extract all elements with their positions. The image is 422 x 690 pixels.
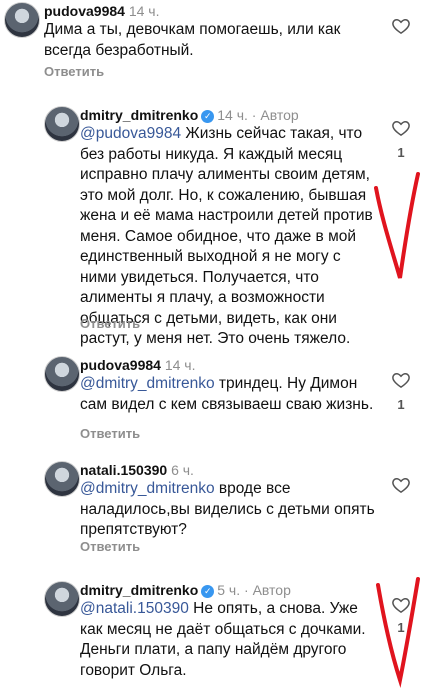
comment-header: dmitry_dmitrenko ✓ 14 ч. · Автор — [80, 106, 299, 124]
comment: dmitry_dmitrenko ✓ 5 ч. · Автор @natali.15… — [0, 575, 422, 690]
mention-link[interactable]: @dmitry_dmitrenko — [80, 480, 215, 497]
verified-badge-icon: ✓ — [201, 585, 215, 598]
comment-text: Дима а ты, девочкам помогаешь, или как в… — [44, 21, 341, 59]
reply-button[interactable]: Ответить — [80, 426, 140, 441]
mention-link[interactable]: @natali.150390 — [80, 600, 189, 617]
username[interactable]: pudova9984 — [80, 357, 161, 373]
comment: dmitry_dmitrenko ✓ 14 ч. · Автор @pudova99… — [0, 100, 422, 347]
heart-icon[interactable] — [391, 595, 411, 615]
comment: pudova9984 14 ч. @dmitry_dmitrenko тринд… — [0, 350, 422, 450]
avatar[interactable] — [4, 2, 40, 38]
mention-link[interactable]: @dmitry_dmitrenko — [80, 375, 215, 392]
comment-text: @dmitry_dmitrenko триндец. Ну Димон сам … — [80, 374, 380, 415]
heart-icon[interactable] — [391, 475, 411, 495]
separator: · — [251, 107, 257, 123]
avatar[interactable] — [44, 581, 80, 617]
username[interactable]: dmitry_dmitrenko — [80, 107, 198, 123]
separator: · — [244, 582, 249, 598]
like-count: 1 — [397, 397, 405, 412]
heart-icon[interactable] — [391, 370, 411, 390]
timestamp: 5 ч. — [217, 582, 241, 598]
comment-header: natali.150390 6 ч. — [80, 461, 194, 479]
avatar[interactable] — [44, 461, 80, 497]
timestamp: 14 ч. — [128, 3, 160, 19]
username[interactable]: pudova9984 — [44, 3, 125, 19]
mention-link[interactable]: @pudova9984 — [80, 125, 181, 142]
timestamp: 6 ч. — [171, 462, 194, 478]
verified-badge-icon: ✓ — [201, 110, 215, 123]
username[interactable]: dmitry_dmitrenko — [80, 582, 198, 598]
comment-header: dmitry_dmitrenko ✓ 5 ч. · Автор — [80, 581, 291, 599]
username[interactable]: natali.150390 — [80, 462, 167, 478]
like-count: 1 — [397, 620, 405, 635]
avatar[interactable] — [44, 106, 80, 142]
comment: pudova9984 14 ч. Дима а ты, девочкам пом… — [0, 0, 422, 90]
comment-header: pudova9984 14 ч. — [44, 2, 159, 20]
reply-button[interactable]: Ответить — [80, 539, 140, 554]
comment-header: pudova9984 14 ч. — [80, 356, 195, 374]
author-label: Автор — [260, 107, 299, 123]
comment-body: Жизнь сейчас такая, что без работы никуд… — [80, 125, 373, 347]
heart-icon[interactable] — [391, 16, 411, 36]
timestamp: 14 ч. — [217, 107, 248, 123]
like-count: 1 — [397, 145, 405, 160]
comment-text: @natali.150390 Не опять, а снова. Уже ка… — [80, 599, 380, 681]
avatar[interactable] — [44, 356, 80, 392]
comment: natali.150390 6 ч. @dmitry_dmitrenko вро… — [0, 455, 422, 565]
author-label: Автор — [252, 582, 291, 598]
reply-button[interactable]: Ответить — [80, 316, 140, 331]
heart-icon[interactable] — [391, 118, 411, 138]
timestamp: 14 ч. — [164, 357, 196, 373]
comment-text: @dmitry_dmitrenko вроде все наладилось,в… — [80, 479, 380, 541]
reply-button[interactable]: Ответить — [44, 64, 104, 79]
